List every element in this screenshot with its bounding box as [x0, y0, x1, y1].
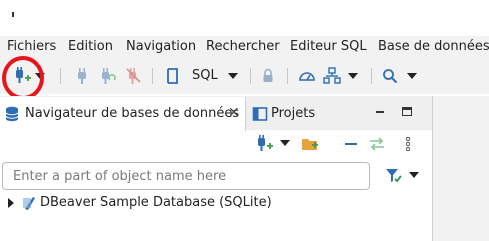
transaction-log-button[interactable]: [322, 66, 342, 86]
collapse-icon: [343, 143, 359, 158]
tab-projects-label: Projets: [271, 106, 316, 121]
menu-rechercher[interactable]: Rechercher: [206, 39, 280, 54]
link-with-editor-button[interactable]: [368, 134, 386, 156]
minimize-view-button[interactable]: [376, 111, 384, 113]
toolbar-separator: [250, 68, 251, 84]
new-folder-button[interactable]: [300, 134, 320, 156]
reconnect-icon: [99, 67, 117, 85]
menu-edition[interactable]: Edition: [68, 39, 113, 54]
chevron-down-icon: [348, 73, 358, 79]
filter-dropdown[interactable]: [409, 172, 421, 180]
chevron-down-icon: [409, 172, 419, 178]
window-titlebar: [0, 0, 489, 36]
tree-item[interactable]: DBeaver Sample Database (SQLite): [0, 193, 430, 213]
menu-fichiers[interactable]: Fichiers: [7, 39, 56, 54]
sql-editor-button[interactable]: [162, 66, 182, 86]
lock-icon: [261, 68, 275, 84]
transaction-log-dropdown[interactable]: [346, 66, 360, 86]
close-icon[interactable]: ✕: [228, 105, 240, 121]
lock-button[interactable]: [259, 66, 277, 86]
search-dropdown[interactable]: [405, 66, 419, 86]
menu-navigation[interactable]: Navigation: [126, 39, 196, 54]
chevron-down-icon: [228, 73, 238, 79]
menu-editeur-sql[interactable]: Editeur SQL: [290, 39, 367, 54]
dashboard-button[interactable]: [297, 66, 317, 86]
tab-database-navigator[interactable]: Navigateur de bases de données ✕: [0, 97, 246, 131]
dashboard-icon: [298, 68, 316, 84]
view-menu-button[interactable]: [404, 134, 414, 156]
sql-editor-label[interactable]: SQL: [192, 68, 218, 83]
tab-database-navigator-label: Navigateur de bases de données: [25, 106, 240, 121]
transaction-log-icon: [323, 67, 341, 85]
toolbar-separator: [287, 68, 288, 84]
collapse-all-button[interactable]: [343, 134, 359, 156]
connect-icon: [74, 67, 90, 85]
chevron-down-icon: [407, 73, 417, 79]
highlight-circle: [2, 56, 44, 100]
tree-item-label: DBeaver Sample Database (SQLite): [40, 195, 272, 210]
filter-icon: [384, 169, 404, 190]
folder-icon: [300, 139, 320, 158]
window-mark: [12, 12, 14, 17]
search-button[interactable]: [380, 66, 400, 86]
search-input[interactable]: [2, 162, 370, 190]
projects-icon: [252, 106, 268, 126]
sql-editor-dropdown[interactable]: [226, 66, 240, 86]
menu-bar: Fichiers Edition Navigation Rechercher E…: [0, 36, 489, 58]
new-connection-nav-button[interactable]: [255, 134, 277, 156]
new-connection-nav-dropdown[interactable]: [280, 140, 292, 162]
menu-base-de-donnees[interactable]: Base de données: [378, 39, 489, 54]
toolbar-separator: [60, 68, 61, 84]
disconnect-button[interactable]: [124, 66, 144, 86]
more-vertical-icon: [404, 136, 412, 158]
new-connection-icon: [255, 135, 275, 158]
expand-arrow-icon[interactable]: [8, 198, 14, 208]
chevron-down-icon: [280, 140, 290, 146]
sqlite-database-icon: [22, 195, 36, 215]
disconnect-icon: [125, 67, 143, 85]
search-icon: [382, 68, 398, 84]
main-toolbar: SQL: [0, 58, 489, 94]
sql-editor-icon: [164, 67, 180, 85]
database-navigator-icon: [5, 106, 19, 126]
toolbar-separator: [152, 68, 153, 84]
connect-button[interactable]: [72, 66, 92, 86]
reconnect-button[interactable]: [98, 66, 118, 86]
maximize-view-button[interactable]: [402, 107, 412, 116]
sync-arrows-icon: [368, 137, 386, 158]
filter-button[interactable]: [384, 166, 404, 186]
toolbar-separator: [371, 68, 372, 84]
editor-area: [432, 96, 489, 241]
